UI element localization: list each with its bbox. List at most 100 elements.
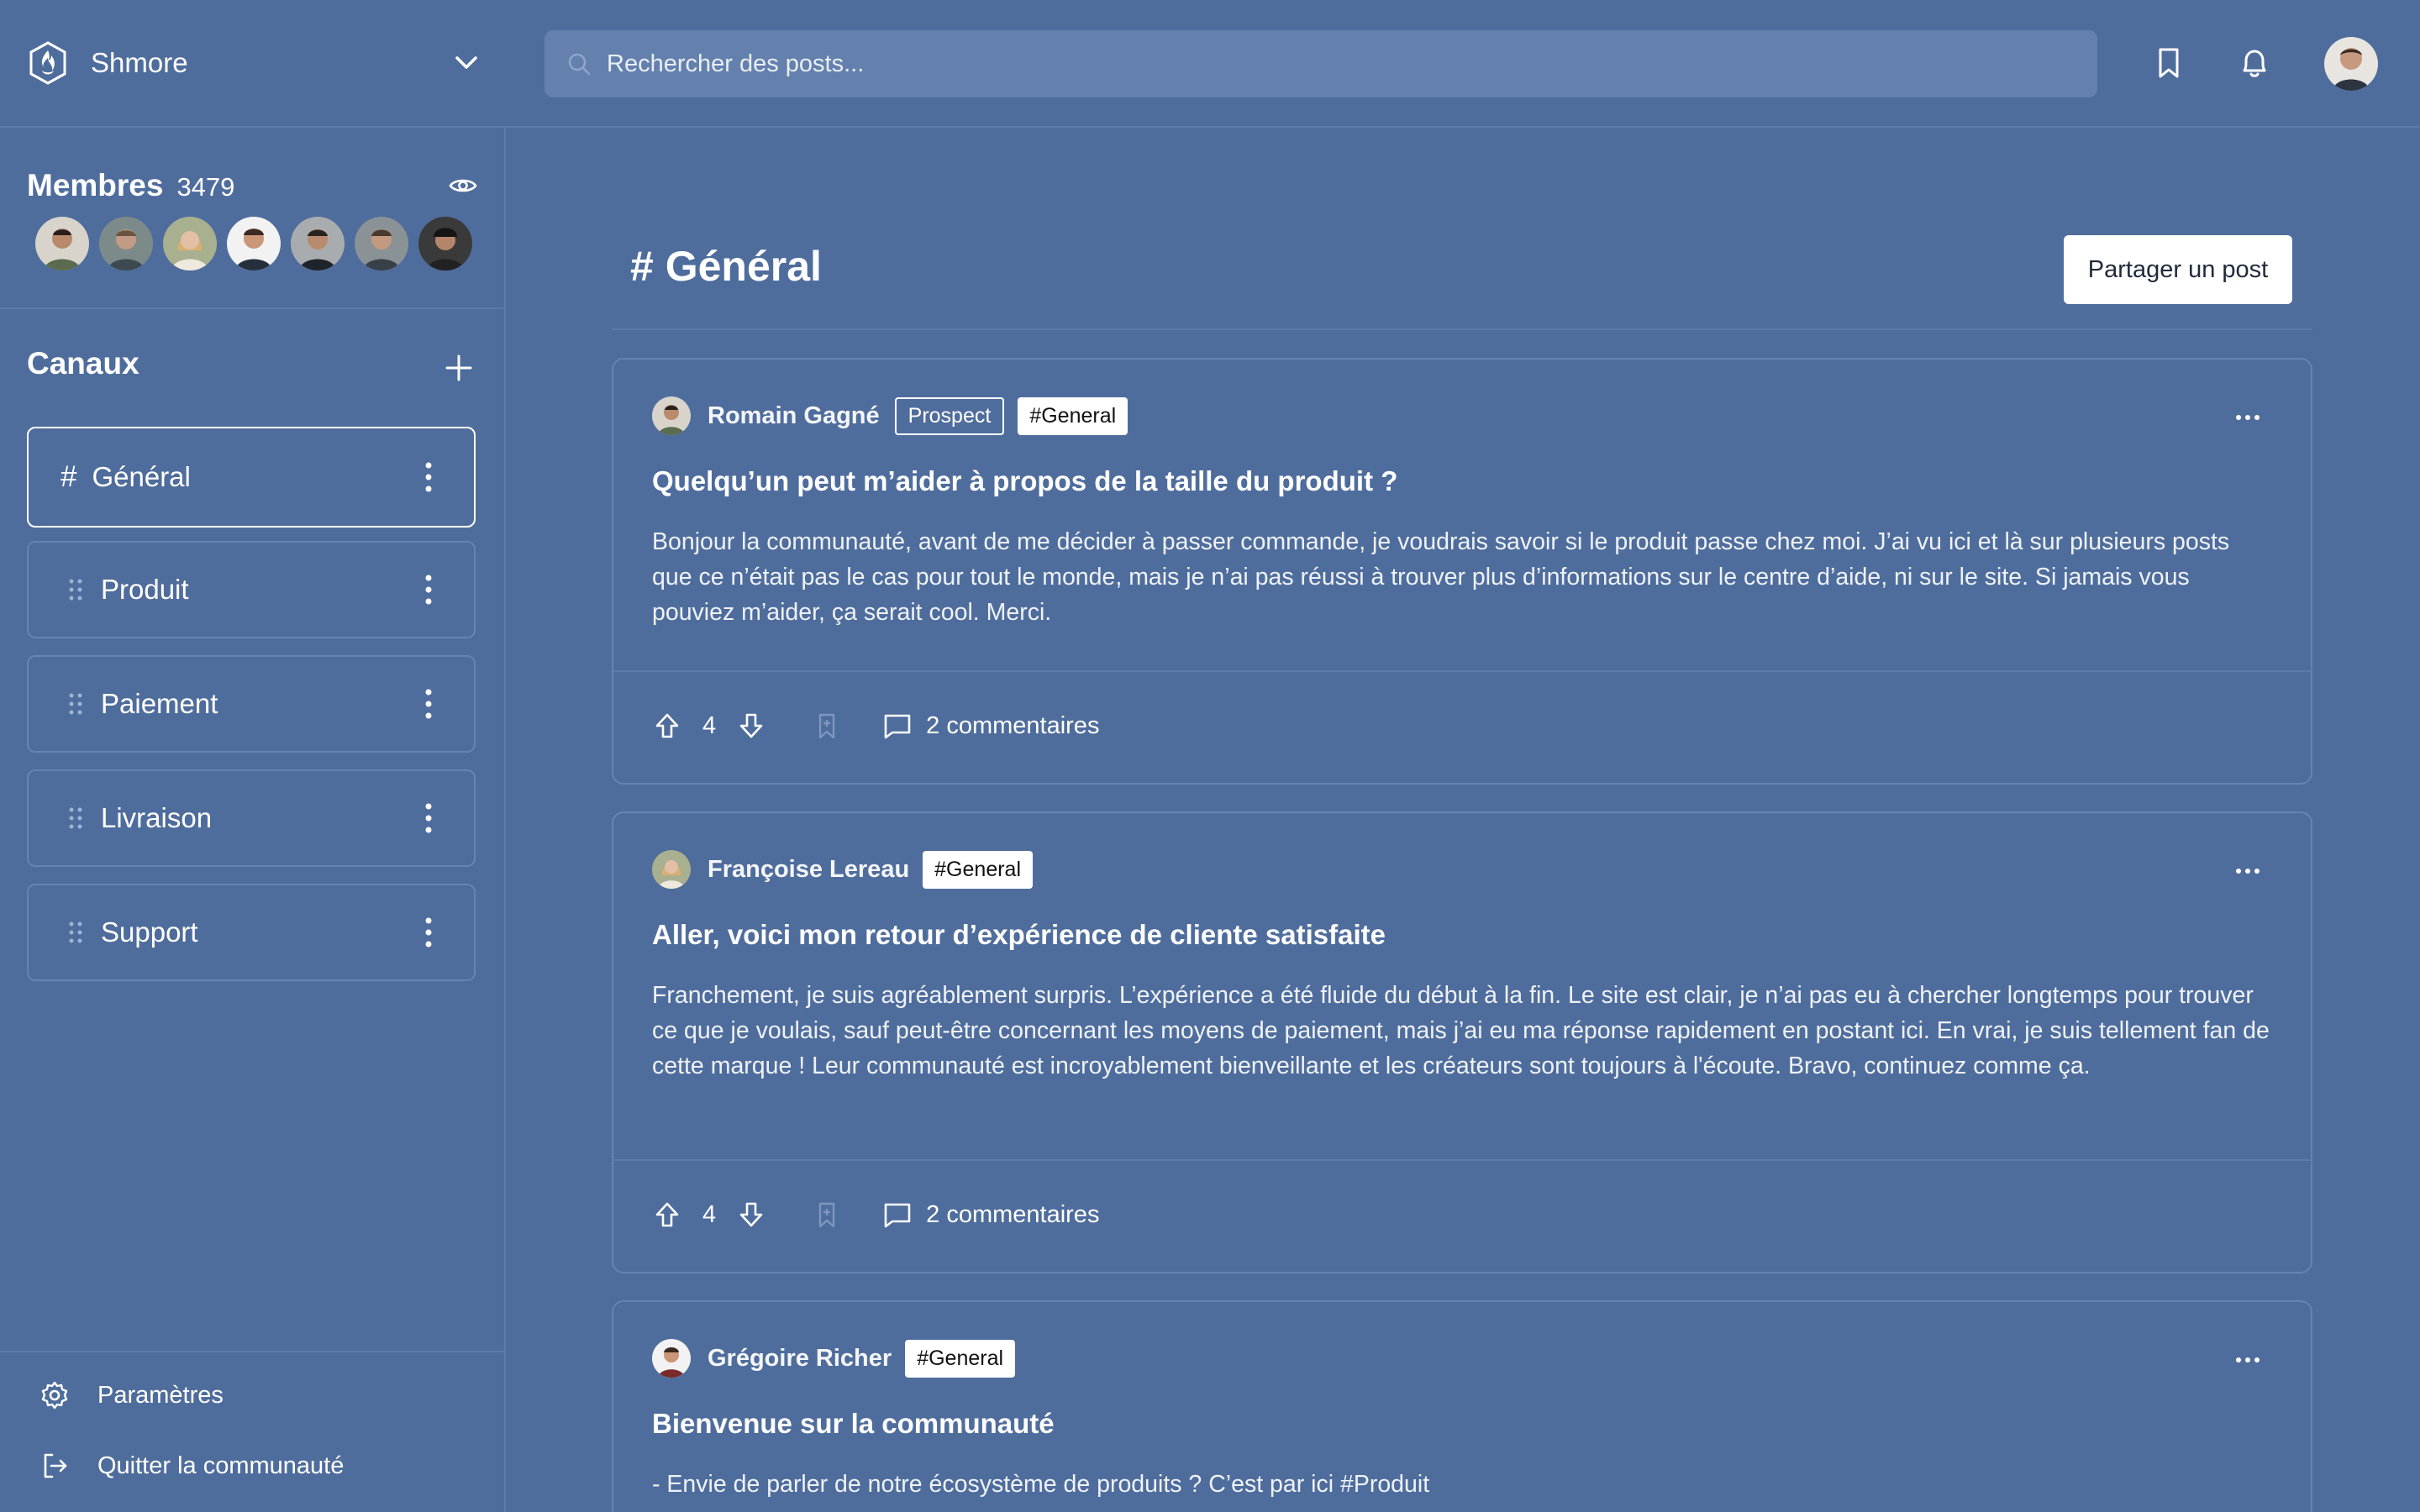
search-icon xyxy=(568,53,591,76)
channel-tag[interactable]: #General xyxy=(923,850,1034,889)
post-header: Grégoire Richer #General xyxy=(652,1339,1016,1378)
leave-community-link[interactable]: Quitter la communauté xyxy=(39,1450,344,1482)
vote-count: 4 xyxy=(702,711,717,739)
member-avatar[interactable] xyxy=(34,215,91,272)
community-switcher[interactable]: Shmore xyxy=(25,37,477,89)
author-name[interactable]: Grégoire Richer xyxy=(708,1345,892,1373)
post-card: Grégoire Richer #General Bienvenue sur l… xyxy=(612,1300,2312,1512)
post-body: - Envie de parler de notre écosystème de… xyxy=(652,1471,1430,1498)
channel-item-produit[interactable]: Produit xyxy=(27,541,476,638)
share-post-button[interactable]: Partager un post xyxy=(2064,235,2292,304)
bookmark-add-icon[interactable] xyxy=(812,1200,842,1230)
channel-item-general[interactable]: # Général xyxy=(27,427,476,528)
more-horizontal-icon[interactable] xyxy=(2235,413,2260,422)
channel-label: Livraison xyxy=(101,802,213,833)
members-label: Membres xyxy=(27,168,164,202)
divider xyxy=(613,1159,2311,1161)
channel-label: Support xyxy=(101,916,198,948)
app-window: Shmore Rechercher des posts... Membres 3… xyxy=(0,0,2420,1512)
downvote-icon[interactable] xyxy=(736,711,766,741)
more-horizontal-icon[interactable] xyxy=(2235,1356,2260,1364)
upvote-icon[interactable] xyxy=(652,711,682,741)
post-header: Romain Gagné Prospect #General xyxy=(652,396,1128,435)
bookmark-add-icon[interactable] xyxy=(812,711,842,741)
page-title: # Général xyxy=(630,242,822,291)
upvote-icon[interactable] xyxy=(652,1200,682,1230)
comments-link[interactable]: 2 commentaires xyxy=(926,1201,1099,1229)
post-body: Bonjour la communauté, avant de me décid… xyxy=(652,528,2230,626)
page-title-text: Général xyxy=(665,243,822,290)
more-vertical-icon[interactable] xyxy=(424,573,434,606)
comment-icon[interactable] xyxy=(882,711,913,741)
hash-icon: # xyxy=(630,243,654,290)
user-avatar[interactable] xyxy=(2324,37,2378,91)
divider xyxy=(0,1351,504,1352)
post-card: Françoise Lereau #General Aller, voici m… xyxy=(612,811,2312,1273)
post-card: Romain Gagné Prospect #General Quelqu’un… xyxy=(612,358,2312,785)
post-actions: 4 2 commentaires xyxy=(652,1200,1099,1230)
drag-handle-icon[interactable] xyxy=(66,919,86,946)
post-title[interactable]: Aller, voici mon retour d’expérience de … xyxy=(652,919,1386,951)
member-avatar[interactable] xyxy=(225,215,282,272)
member-avatar[interactable] xyxy=(353,215,410,272)
sidebar: Membres 3479 Canaux # Général Produit Pa… xyxy=(0,126,506,1512)
comments-link[interactable]: 2 commentaires xyxy=(926,712,1099,740)
drag-handle-icon[interactable] xyxy=(66,805,86,832)
channel-tag[interactable]: #General xyxy=(905,1339,1016,1378)
bookmark-icon[interactable] xyxy=(2149,44,2188,82)
channel-label: Paiement xyxy=(101,688,218,719)
logout-icon xyxy=(44,1453,67,1478)
top-bar: Shmore xyxy=(0,0,2420,128)
channel-item-support[interactable]: Support xyxy=(27,884,476,981)
flame-logo-icon xyxy=(29,41,66,85)
author-name[interactable]: Romain Gagné xyxy=(708,402,880,430)
gear-icon xyxy=(41,1381,68,1410)
author-avatar[interactable] xyxy=(652,850,691,889)
divider xyxy=(612,328,2312,330)
vote-count: 4 xyxy=(702,1200,717,1228)
more-horizontal-icon[interactable] xyxy=(2235,867,2260,875)
divider xyxy=(613,670,2311,672)
member-avatar[interactable] xyxy=(417,215,474,272)
hash-icon: # xyxy=(60,460,77,493)
members-header: Membres 3479 xyxy=(27,168,481,203)
channel-item-paiement[interactable]: Paiement xyxy=(27,655,476,753)
more-vertical-icon[interactable] xyxy=(424,916,434,949)
channel-tag[interactable]: #General xyxy=(1018,396,1128,435)
downvote-icon[interactable] xyxy=(736,1200,766,1230)
search-bar[interactable] xyxy=(544,30,2097,97)
leave-label: Quitter la communauté xyxy=(97,1452,345,1479)
more-vertical-icon[interactable] xyxy=(424,460,434,494)
post-actions: 4 2 commentaires xyxy=(652,711,1099,741)
channels-title: Canaux xyxy=(27,346,139,381)
author-avatar[interactable] xyxy=(652,1339,691,1378)
channel-item-livraison[interactable]: Livraison xyxy=(27,769,476,867)
author-avatar[interactable] xyxy=(652,396,691,435)
post-body: Franchement, je suis agréablement surpri… xyxy=(652,982,2270,1079)
member-avatars xyxy=(34,215,481,272)
bell-icon[interactable] xyxy=(2235,44,2274,82)
search-input[interactable] xyxy=(605,49,2037,79)
settings-label: Paramètres xyxy=(97,1381,224,1409)
member-avatar[interactable] xyxy=(161,215,218,272)
settings-link[interactable]: Paramètres xyxy=(39,1379,224,1411)
channel-label: Produit xyxy=(101,574,189,605)
chevron-down-icon[interactable] xyxy=(445,42,487,84)
member-avatar[interactable] xyxy=(289,215,346,272)
community-name: Shmore xyxy=(91,47,188,78)
author-name[interactable]: Françoise Lereau xyxy=(708,856,909,884)
eye-icon[interactable] xyxy=(447,170,479,202)
drag-handle-icon[interactable] xyxy=(66,576,86,603)
post-title[interactable]: Bienvenue sur la communauté xyxy=(652,1408,1055,1440)
post-header: Françoise Lereau #General xyxy=(652,850,1034,889)
more-vertical-icon[interactable] xyxy=(424,687,434,721)
add-channel-icon[interactable] xyxy=(440,349,477,386)
divider xyxy=(0,307,504,309)
member-avatar[interactable] xyxy=(97,215,155,272)
channel-label: Général xyxy=(92,461,191,492)
more-vertical-icon[interactable] xyxy=(424,801,434,835)
comment-icon[interactable] xyxy=(882,1200,913,1230)
drag-handle-icon[interactable] xyxy=(66,690,86,717)
post-title[interactable]: Quelqu’un peut m’aider à propos de la ta… xyxy=(652,465,1397,497)
role-badge: Prospect xyxy=(894,396,1005,435)
